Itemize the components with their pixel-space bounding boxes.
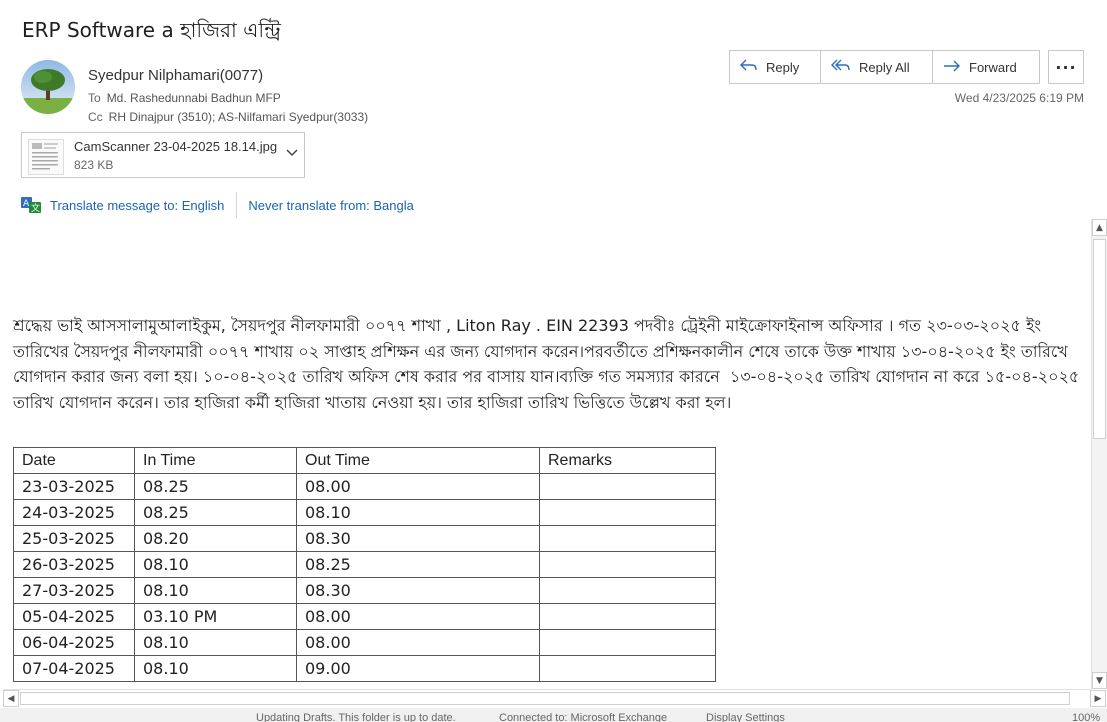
attachment-thumbnail bbox=[28, 139, 64, 175]
attachment-name: CamScanner 23-04-2025 18.14.jpg bbox=[74, 139, 278, 154]
cell-out-time: 08.30 bbox=[296, 577, 540, 604]
cell-remarks bbox=[539, 629, 716, 656]
cell-date: 05-04-2025 bbox=[13, 603, 135, 630]
scroll-down-icon[interactable]: ▼ bbox=[1092, 672, 1107, 689]
email-subject: ERP Software a হাজিরা এন্ট্রি bbox=[22, 18, 281, 42]
forward-button[interactable]: Forward bbox=[933, 50, 1040, 84]
table-header-row: Date In Time Out Time Remarks bbox=[13, 447, 716, 474]
cell-remarks bbox=[539, 551, 716, 578]
body-paragraph: শ্রদ্ধেয় ভাই আসসালামুআলাইকুম, সৈয়দপুর … bbox=[13, 316, 1085, 412]
table-row: 07-04-2025 08.10 09.00 bbox=[13, 655, 716, 682]
translate-bar: A 文 Translate message to: English Never … bbox=[20, 192, 414, 218]
sender-avatar[interactable] bbox=[21, 60, 75, 114]
horizontal-scrollbar[interactable]: ◀ ▶ bbox=[3, 689, 1106, 707]
table-row: 27-03-2025 08.10 08.30 bbox=[13, 577, 716, 604]
cell-date: 25-03-2025 bbox=[13, 525, 135, 552]
header-in-time: In Time bbox=[134, 447, 297, 474]
reply-label: Reply bbox=[766, 59, 800, 75]
message-actions: Reply Reply All Forward bbox=[729, 50, 1040, 84]
forward-label: Forward bbox=[969, 59, 1017, 75]
cell-date: 27-03-2025 bbox=[13, 577, 135, 604]
svg-text:A: A bbox=[23, 199, 30, 209]
attendance-table: Date In Time Out Time Remarks 23-03-2025… bbox=[13, 447, 716, 682]
cell-out-time: 08.00 bbox=[296, 603, 540, 630]
scroll-left-icon[interactable]: ◀ bbox=[3, 690, 19, 707]
cell-remarks bbox=[539, 577, 716, 604]
header-remarks: Remarks bbox=[539, 447, 716, 474]
cell-date: 07-04-2025 bbox=[13, 655, 135, 682]
more-actions-button[interactable]: ··· bbox=[1048, 50, 1084, 84]
translate-link[interactable]: Translate message to: English bbox=[50, 198, 224, 213]
attachment-card[interactable]: CamScanner 23-04-2025 18.14.jpg 823 KB bbox=[21, 132, 305, 178]
horizontal-scroll-thumb[interactable] bbox=[20, 692, 1070, 705]
forward-icon bbox=[943, 57, 961, 78]
to-recipients[interactable]: Md. Rashedunnabi Badhun MFP bbox=[107, 91, 281, 105]
cell-in-time: 08.20 bbox=[134, 525, 297, 552]
vertical-scrollbar[interactable]: ▲ ▼ bbox=[1091, 219, 1107, 689]
reply-icon bbox=[740, 57, 758, 78]
header-date: Date bbox=[13, 447, 135, 474]
cell-date: 24-03-2025 bbox=[13, 499, 135, 526]
reply-button[interactable]: Reply bbox=[729, 50, 821, 84]
table-row: 06-04-2025 08.10 08.00 bbox=[13, 629, 716, 656]
header-out-time: Out Time bbox=[296, 447, 540, 474]
sender-name[interactable]: Syedpur Nilphamari(0077) bbox=[88, 67, 263, 84]
cell-remarks bbox=[539, 499, 716, 526]
cell-in-time: 08.10 bbox=[134, 577, 297, 604]
cell-in-time: 08.10 bbox=[134, 629, 297, 656]
vertical-scroll-thumb[interactable] bbox=[1093, 239, 1106, 439]
display-settings-button[interactable]: Display Settings bbox=[706, 712, 785, 722]
reply-all-icon bbox=[831, 57, 851, 78]
status-sync-text: Updating Drafts. This folder is up to da… bbox=[256, 712, 456, 722]
table-row: 26-03-2025 08.10 08.25 bbox=[13, 551, 716, 578]
cell-date: 26-03-2025 bbox=[13, 551, 135, 578]
scroll-up-icon[interactable]: ▲ bbox=[1092, 219, 1107, 236]
status-connection: Connected to: Microsoft Exchange bbox=[499, 712, 668, 722]
cell-out-time: 08.10 bbox=[296, 499, 540, 526]
cell-in-time: 08.25 bbox=[134, 499, 297, 526]
cell-out-time: 08.30 bbox=[296, 525, 540, 552]
zoom-level: 100% bbox=[1072, 712, 1101, 722]
cell-out-time: 08.00 bbox=[296, 473, 540, 500]
reply-all-label: Reply All bbox=[859, 59, 910, 75]
translate-icon: A 文 bbox=[20, 196, 42, 214]
to-line: To Md. Rashedunnabi Badhun MFP bbox=[88, 91, 281, 105]
to-label: To bbox=[88, 91, 101, 105]
cc-recipients[interactable]: RH Dinajpur (3510); AS-Nilfamari Syedpur… bbox=[109, 110, 368, 124]
cell-date: 06-04-2025 bbox=[13, 629, 135, 656]
cell-remarks bbox=[539, 603, 716, 630]
cell-out-time: 09.00 bbox=[296, 655, 540, 682]
cell-in-time: 08.25 bbox=[134, 473, 297, 500]
cell-remarks bbox=[539, 473, 716, 500]
table-row: 25-03-2025 08.20 08.30 bbox=[13, 525, 716, 552]
attachment-size: 823 KB bbox=[74, 158, 114, 172]
translate-separator bbox=[236, 192, 238, 218]
cell-in-time: 03.10 PM bbox=[134, 603, 297, 630]
chevron-down-icon[interactable] bbox=[286, 145, 298, 161]
never-translate-link[interactable]: Never translate from: Bangla bbox=[248, 198, 413, 213]
reply-all-button[interactable]: Reply All bbox=[821, 50, 933, 84]
cell-remarks bbox=[539, 655, 716, 682]
cc-line: Cc RH Dinajpur (3510); AS-Nilfamari Syedp… bbox=[88, 110, 368, 124]
message-body: শ্রদ্ধেয় ভাই আসসালামুআলাইকুম, সৈয়দপুর … bbox=[13, 262, 1083, 441]
scroll-right-icon[interactable]: ▶ bbox=[1090, 690, 1106, 707]
cell-in-time: 08.10 bbox=[134, 551, 297, 578]
cell-out-time: 08.00 bbox=[296, 629, 540, 656]
table-row: 24-03-2025 08.25 08.10 bbox=[13, 499, 716, 526]
table-row: 23-03-2025 08.25 08.00 bbox=[13, 473, 716, 500]
sent-date: Wed 4/23/2025 6:19 PM bbox=[954, 91, 1084, 105]
table-row: 05-04-2025 03.10 PM 08.00 bbox=[13, 603, 716, 630]
cc-label: Cc bbox=[88, 110, 103, 124]
cell-out-time: 08.25 bbox=[296, 551, 540, 578]
status-bar: Updating Drafts. This folder is up to da… bbox=[0, 708, 1107, 722]
cell-date: 23-03-2025 bbox=[13, 473, 135, 500]
cell-remarks bbox=[539, 525, 716, 552]
svg-text:文: 文 bbox=[31, 202, 40, 214]
cell-in-time: 08.10 bbox=[134, 655, 297, 682]
